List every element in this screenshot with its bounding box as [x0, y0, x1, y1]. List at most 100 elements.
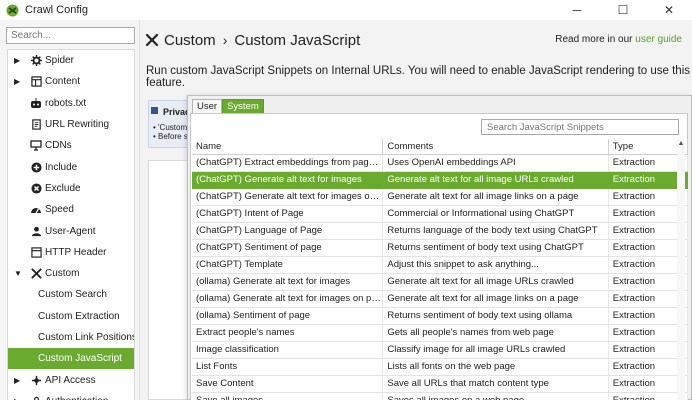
table-cell: (ChatGPT) Template: [192, 256, 384, 274]
sidebar-item-spider[interactable]: ▶ Spider: [8, 50, 134, 71]
table-cell: Save Content: [192, 375, 384, 393]
table-cell: Extraction: [608, 392, 689, 400]
sidebar-item-label: User-Agent: [45, 225, 96, 237]
sidebar-item-label: Custom: [45, 268, 80, 280]
tab-user[interactable]: User: [192, 99, 223, 113]
table-row[interactable]: (ChatGPT) Sentiment of page Returns senti…: [192, 239, 689, 257]
title-bar: Crawl Config ─ ☐ ✕: [0, 0, 692, 20]
table-cell: (ollama) Sentiment of page: [192, 307, 384, 325]
user-guide-link[interactable]: user guide: [635, 34, 682, 45]
sidebar-item-include[interactable]: Include: [8, 156, 134, 177]
table-row[interactable]: (ChatGPT) Language of Page Returns langua…: [192, 222, 689, 240]
sidebar-item-label: Custom Extraction: [38, 310, 120, 322]
speed-icon: [30, 204, 42, 216]
snippet-search-input[interactable]: [481, 119, 679, 135]
sidebar-item-custom-extraction[interactable]: Custom Extraction: [8, 306, 134, 327]
table-row[interactable]: (ollama) Generate alt text for images Gen…: [192, 273, 689, 291]
scroll-up-icon[interactable]: ▲: [677, 139, 685, 149]
table-cell: Extraction: [608, 205, 689, 223]
sidebar-item-label: Custom Link Positions: [38, 332, 135, 343]
sidebar-item-label: Include: [45, 161, 78, 173]
content-icon: [30, 76, 42, 88]
sidebar-item-label: Speed: [45, 204, 74, 216]
breadcrumb: Custom › Custom JavaScript Read more in …: [141, 30, 692, 50]
sidebar-item-content[interactable]: ▶ Content: [8, 71, 134, 92]
sidebar-item-exclude[interactable]: Exclude: [8, 178, 134, 199]
sidebar-item-label: Custom Search: [38, 289, 107, 301]
table-cell: Extract people's names: [192, 324, 384, 342]
table-row[interactable]: (ollama) Sentiment of page Returns sentim…: [192, 307, 689, 325]
table-row[interactable]: (ollama) Generate alt text for images on…: [192, 290, 689, 308]
table-row[interactable]: (ChatGPT) Template Adjust this snippet to…: [192, 256, 689, 274]
sidebar-item-custom-search[interactable]: Custom Search: [8, 284, 134, 305]
table-row[interactable]: (ChatGPT) Extract embeddings from page c…: [192, 154, 689, 172]
collapsed-arrow-icon[interactable]: ▶: [14, 376, 22, 385]
table-cell: (ChatGPT) Intent of Page: [192, 205, 384, 223]
sidebar-item-label: HTTP Header: [45, 246, 107, 258]
table-cell: Uses OpenAI embeddings API: [382, 154, 609, 172]
minimize-button[interactable]: ─: [554, 0, 600, 20]
column-header-type[interactable]: Type: [608, 139, 689, 155]
include-icon: [30, 161, 42, 173]
table-cell: Returns language of the body text using …: [382, 222, 609, 240]
sidebar-item-robots-txt[interactable]: robots.txt: [8, 93, 134, 114]
sidebar-item-cdns[interactable]: CDNs: [8, 135, 134, 156]
sidebar-search-input[interactable]: [6, 27, 135, 44]
auth-icon: [30, 395, 42, 400]
table-row[interactable]: Extract people's names Gets all people's …: [192, 324, 689, 342]
sidebar-item-label: CDNs: [45, 140, 72, 152]
gear-icon: [30, 55, 42, 67]
column-header-comments[interactable]: Comments: [382, 139, 609, 155]
table-cell: Extraction: [608, 188, 689, 206]
table-cell: Extraction: [608, 358, 689, 376]
table-row[interactable]: Save Content Save all URLs that match con…: [192, 375, 689, 393]
sidebar-item-url-rewriting[interactable]: URL Rewriting: [8, 114, 134, 135]
collapsed-arrow-icon[interactable]: ▶: [14, 56, 22, 65]
sidebar-item-custom[interactable]: ▼ Custom: [8, 263, 134, 284]
table-cell: Extraction: [608, 307, 689, 325]
table-cell: Extraction: [608, 171, 689, 189]
vertical-scrollbar[interactable]: ▲: [677, 139, 685, 400]
sidebar-item-custom-javascript[interactable]: Custom JavaScript: [8, 348, 134, 370]
window-title: Crawl Config: [25, 4, 88, 16]
collapsed-arrow-icon[interactable]: ▶: [14, 77, 22, 86]
table-cell: Extraction: [608, 341, 689, 359]
page-description: Run custom JavaScript Snippets on Intern…: [146, 65, 691, 89]
breadcrumb-custom[interactable]: Custom: [164, 32, 216, 49]
sidebar-item-user-agent[interactable]: User-Agent: [8, 220, 134, 241]
tools-icon: [30, 268, 42, 280]
table-cell: Gets all people's names from web page: [382, 324, 609, 342]
table-cell: Generate alt text for all image URLs cra…: [382, 273, 609, 291]
table-row[interactable]: Save all imagesSaves all images on a web…: [192, 392, 689, 400]
user-agent-icon: [30, 225, 42, 237]
table-row[interactable]: (ChatGPT) Generate alt text for images Ge…: [192, 171, 689, 189]
sidebar-item-http-header[interactable]: HTTP Header: [8, 242, 134, 263]
table-row[interactable]: Image classification Classify image for a…: [192, 341, 689, 359]
expanded-arrow-icon[interactable]: ▼: [14, 269, 22, 278]
table-cell: Extraction: [608, 290, 689, 308]
sidebar-item-api-access[interactable]: ▶ API Access: [8, 369, 134, 390]
snippet-tab-body: NameCommentsType (ChatGPT) Extract embed…: [190, 113, 689, 400]
api-icon: [30, 374, 42, 386]
snippet-tabs: User System: [192, 99, 264, 113]
table-cell: Returns sentiment of body text using oll…: [382, 307, 609, 325]
table-cell: (ChatGPT) Extract embeddings from page c…: [192, 154, 384, 172]
table-cell: Generate alt text for all image links on…: [382, 188, 609, 206]
sidebar-item-label: Custom JavaScript: [38, 353, 122, 365]
robot-icon: [30, 97, 42, 109]
table-row[interactable]: List Fonts Lists all fonts on the web pag…: [192, 358, 689, 376]
table-cell: (ChatGPT) Sentiment of page: [192, 239, 384, 257]
table-row[interactable]: (ChatGPT) Generate alt text for images o…: [192, 188, 689, 206]
sidebar-item-custom-link-positions[interactable]: Custom Link Positions: [8, 327, 134, 348]
table-cell: Save all images: [192, 392, 384, 400]
table-row[interactable]: (ChatGPT) Intent of Page Commercial or In…: [192, 205, 689, 223]
column-header-name[interactable]: Name: [192, 139, 384, 155]
maximize-button[interactable]: ☐: [600, 0, 646, 20]
table-cell: Adjust this snippet to ask anything...: [382, 256, 609, 274]
tab-system[interactable]: System: [222, 99, 264, 113]
table-cell: Image classification: [192, 341, 384, 359]
table-cell: (ChatGPT) Generate alt text for images o…: [192, 188, 384, 206]
sidebar-item-speed[interactable]: Speed: [8, 199, 134, 220]
close-button[interactable]: ✕: [646, 0, 692, 20]
sidebar-item-authentication[interactable]: ▶Authentication: [8, 391, 134, 400]
